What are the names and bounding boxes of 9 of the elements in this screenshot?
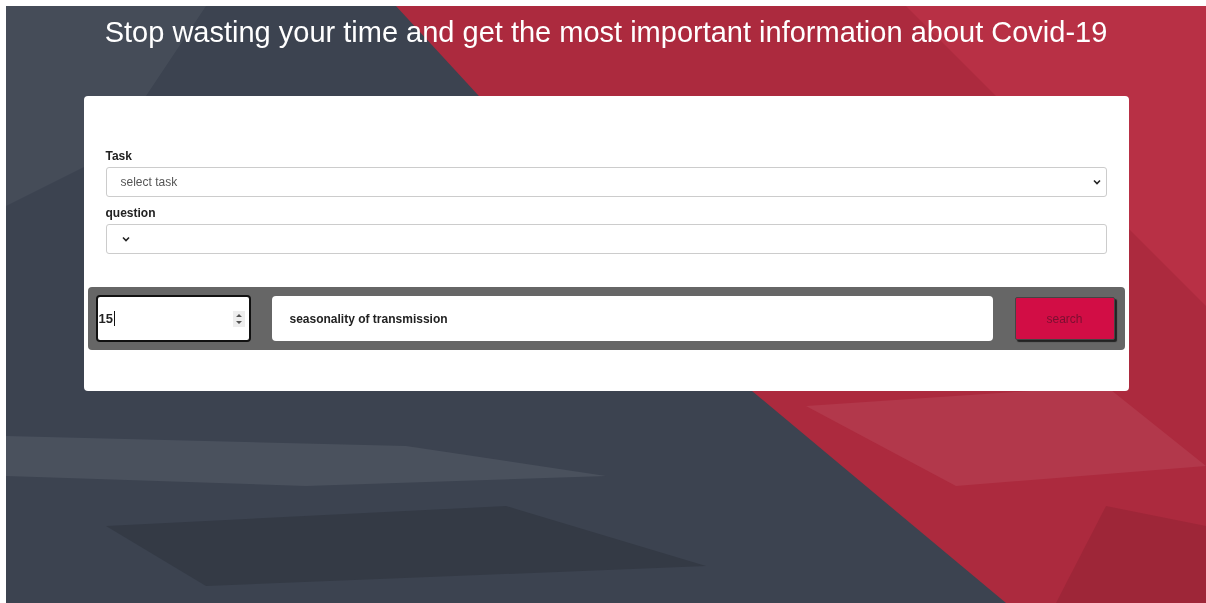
field-label: Task [105, 149, 133, 163]
number-field[interactable]: 15 [95, 295, 251, 342]
chevron-down-icon [1091, 177, 1102, 187]
select-field[interactable] [105, 224, 1107, 254]
page-title: Stop wasting your time and get the most important information about Covid-19 [104, 15, 1108, 50]
search-field[interactable]: seasonality of transmission [271, 296, 993, 341]
select-field[interactable]: select task [105, 167, 1107, 197]
chevron-down-icon [120, 234, 131, 244]
field-label: question [105, 206, 157, 220]
